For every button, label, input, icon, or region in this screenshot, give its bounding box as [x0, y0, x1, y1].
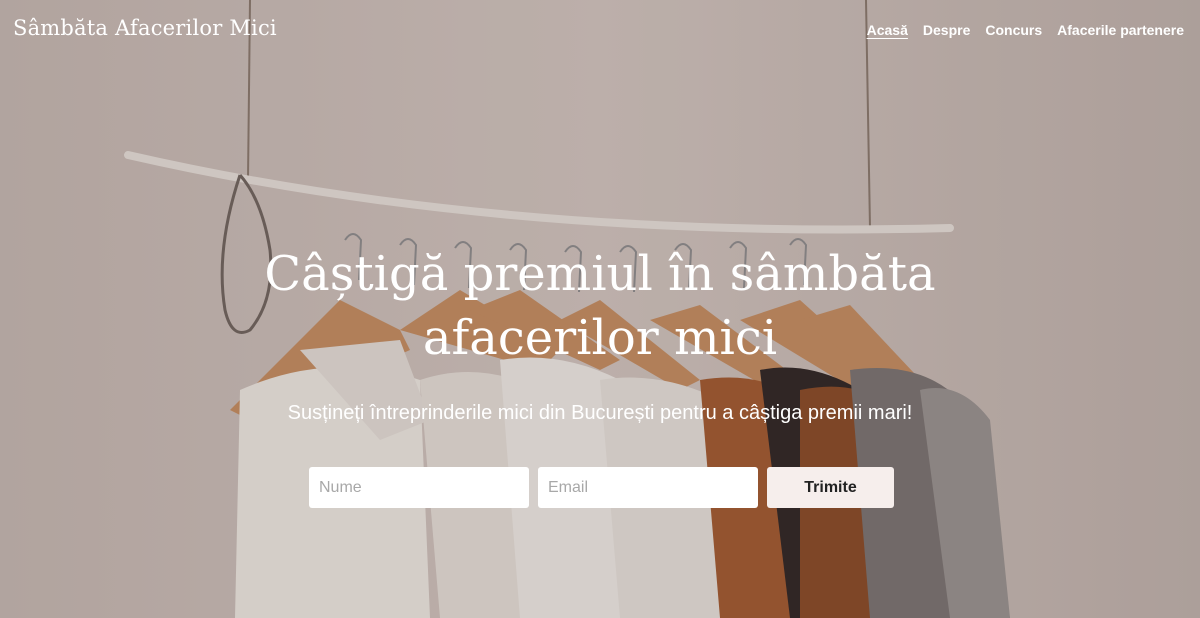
submit-button[interactable]: Trimite	[767, 467, 894, 508]
nav-item-acasa[interactable]: Acasă	[867, 22, 908, 38]
name-input[interactable]	[309, 467, 529, 508]
hero-title-line-1: Câștigă premiul în sâmbăta	[264, 246, 936, 302]
email-input[interactable]	[538, 467, 758, 508]
main-nav: Acasă Despre Concurs Afacerile partenere	[867, 22, 1184, 38]
hero-title-line-2: afacerilor mici	[422, 310, 778, 366]
hero-subtitle: Susțineți întreprinderile mici din Bucur…	[287, 402, 913, 424]
site-brand[interactable]: Sâmbăta Afacerilor Mici	[13, 16, 277, 40]
nav-item-concurs[interactable]: Concurs	[985, 22, 1042, 38]
nav-item-afaceri-partenere[interactable]: Afacerile partenere	[1057, 22, 1184, 38]
hero-title: Câștigă premiul în sâmbăta afacerilor mi…	[0, 242, 1200, 370]
signup-form: Trimite	[309, 467, 894, 508]
nav-item-despre[interactable]: Despre	[923, 22, 970, 38]
